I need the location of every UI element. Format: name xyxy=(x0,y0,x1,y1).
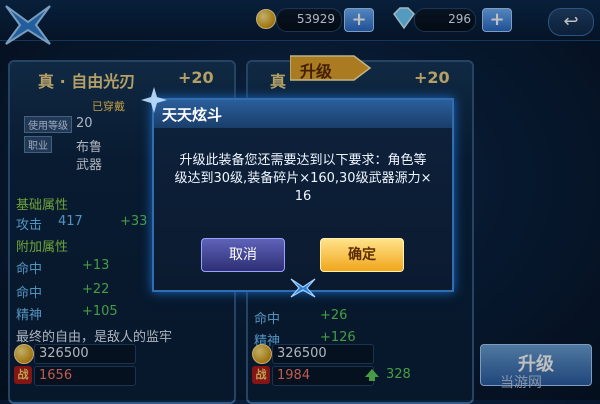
dialog-message-line: 16 xyxy=(294,189,312,204)
dialog-corner-star-icon xyxy=(141,87,167,113)
cancel-button[interactable]: 取消 xyxy=(201,238,285,272)
dialog-message-line: 升级此装备您还需要达到以下要求：角色等 xyxy=(179,153,427,168)
dialog-emblem-icon xyxy=(290,278,316,298)
dialog-message-line: 级达到30级,装备碎片×160,30级武器源力× xyxy=(174,171,432,186)
confirm-button[interactable]: 确定 xyxy=(320,238,404,272)
upgrade-requirement-dialog: 天天炫斗 升级此装备您还需要达到以下要求：角色等 级达到30级,装备碎片×160… xyxy=(152,98,454,298)
dialog-message: 升级此装备您还需要达到以下要求：角色等 级达到30级,装备碎片×160,30级武… xyxy=(154,152,452,206)
dialog-title: 天天炫斗 xyxy=(162,106,223,124)
